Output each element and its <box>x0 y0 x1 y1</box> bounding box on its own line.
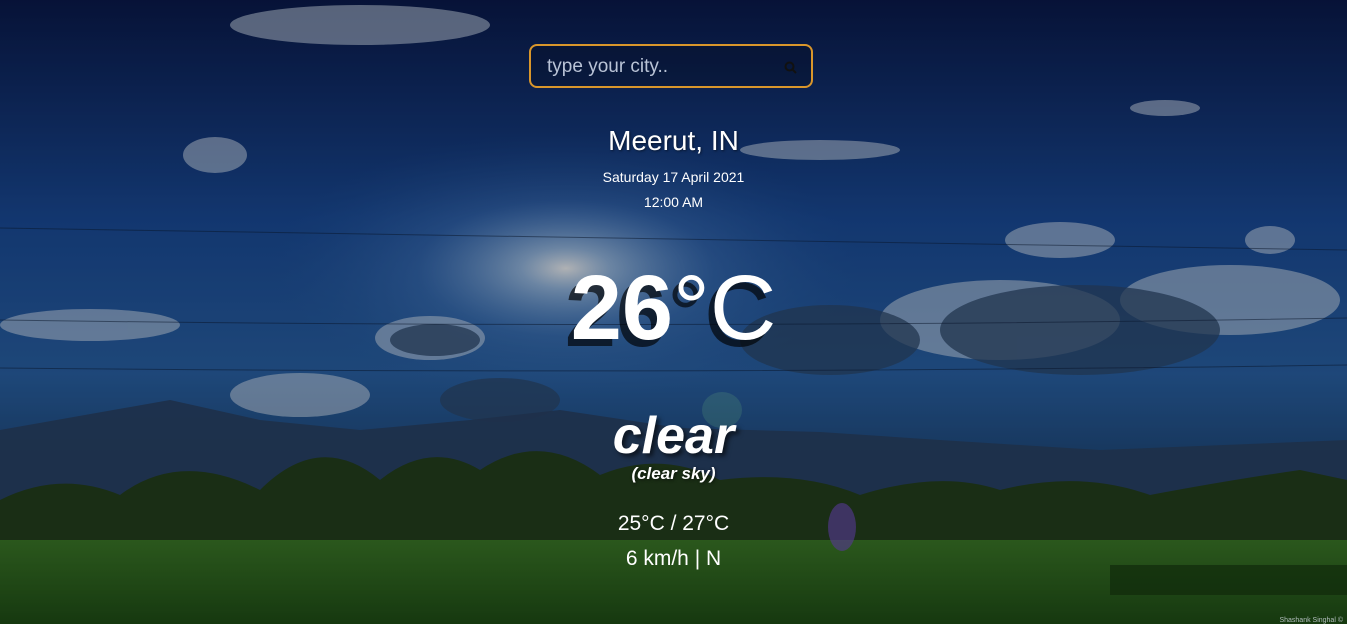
temperature-unit: °C <box>673 257 777 359</box>
current-temperature: 26°C <box>0 262 1347 354</box>
current-time: 12:00 AM <box>643 194 704 210</box>
city-search-box <box>529 44 813 88</box>
search-icon[interactable] <box>783 60 799 76</box>
current-date: Saturday 17 April 2021 <box>602 169 745 185</box>
photo-credit: Shashank Singhal © <box>1279 617 1343 624</box>
city-name: Meerut, IN <box>608 125 739 156</box>
min-max-temperature: 25°C / 27°C <box>617 512 730 535</box>
wind-info: 6 km/h | N <box>625 547 722 570</box>
weather-description: (clear sky) <box>631 464 716 483</box>
city-search-input[interactable] <box>545 46 779 88</box>
temperature-value: 26 <box>570 257 674 359</box>
weather-condition: clear <box>612 407 735 465</box>
